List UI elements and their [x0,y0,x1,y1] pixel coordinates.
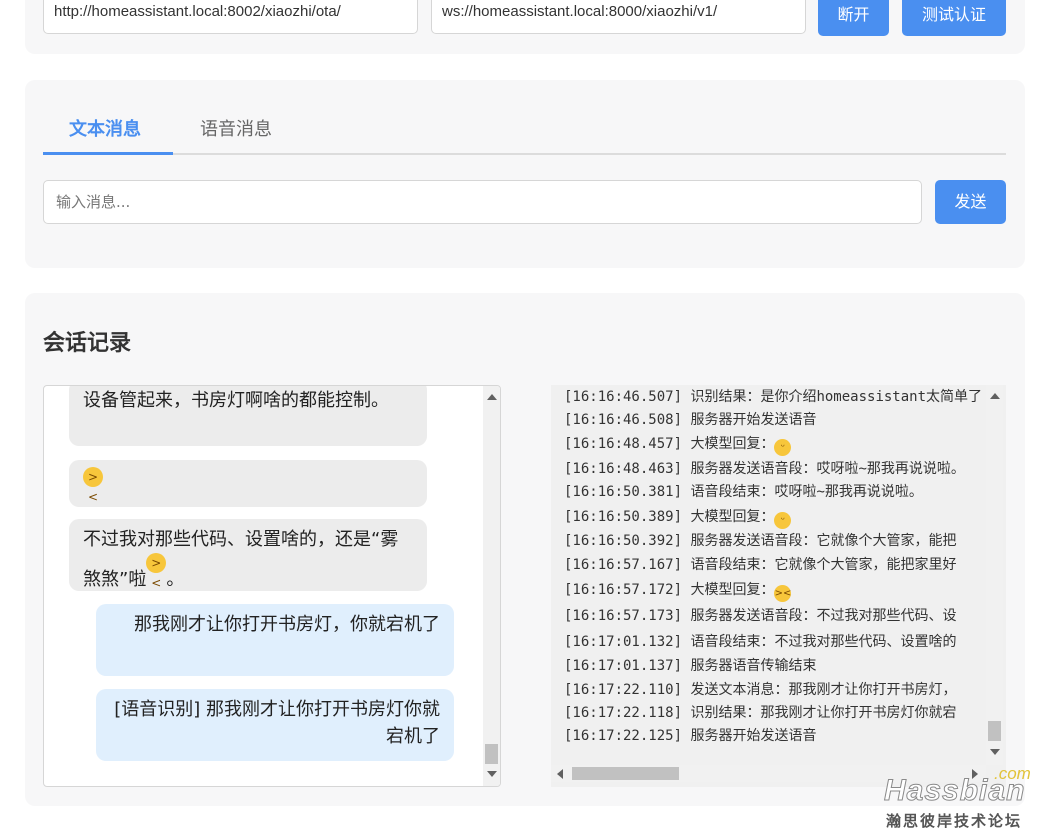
log-line: [16:17:22.118] 识别结果：那我刚才让你打开书房灯你就宕 [564,705,957,721]
log-vertical-scrollbar[interactable] [986,385,1003,765]
scrollbar-thumb[interactable] [485,744,498,764]
log-line: [16:16:50.381] 语音段结束：哎呀啦~那我再说说啦。 [564,484,923,500]
bubble-text: [语音识别] 那我刚才让你打开书房灯你就宕机了 [114,699,440,747]
scroll-down-arrow-icon[interactable] [990,749,1000,755]
send-button[interactable]: 发送 [935,180,1006,224]
scrollbar-thumb[interactable] [988,721,1001,741]
tab-text-message[interactable]: 文本消息 [69,115,141,141]
log-line: [16:17:01.132] 语音段结束：不过我对那些代码、设置啥的 [564,634,957,650]
scroll-up-arrow-icon[interactable] [487,394,497,400]
smile-emoji-icon: ᵕ [774,512,792,529]
log-line: [16:16:50.392] 服务器发送语音段：它就像个大管家，能把 [564,533,957,549]
hassbian-watermark-logo: Hassbian .com 瀚思彼岸技术论坛 [883,764,1044,834]
log-line: [16:16:57.173] 服务器发送语音段：不过我对那些代码、设 [564,608,957,624]
tab-divider [43,153,1006,155]
scroll-down-arrow-icon[interactable] [487,771,497,777]
log-line: [16:17:22.110] 发送文本消息：那我刚才让你打开书房灯， [564,682,957,698]
message-card [25,80,1025,268]
scrollbar-thumb[interactable] [572,767,679,780]
chat-history-panel[interactable]: 设备管起来，书房灯啊啥的都能控制。 >< 不过我对那些代码、设置啥的，还是“雾煞… [43,385,501,787]
log-line: [16:16:57.167] 语音段结束：它就像个大管家，能把家里好 [564,557,957,573]
laughing-emoji-icon: >< [83,467,103,504]
log-line: [16:17:01.137] 服务器语音传输结束 [564,658,817,674]
watermark-tld: .com [994,764,1031,783]
watermark-subtitle: 瀚思彼岸技术论坛 [886,812,1023,830]
scroll-left-arrow-icon[interactable] [557,769,563,779]
bubble-text: 设备管起来，书房灯啊啥的都能控制。 [83,390,389,411]
conversation-title: 会话记录 [43,331,132,356]
laughing-emoji-icon: >< [146,553,167,590]
test-auth-button[interactable]: 测试认证 [902,0,1006,36]
log-line: [16:16:50.389] 大模型回复： ᵕ [564,507,792,529]
chat-bubble-bot: 设备管起来，书房灯啊啥的都能控制。 [69,386,427,446]
disconnect-button[interactable]: 断开 [818,0,889,36]
websocket-url-input[interactable]: ws://homeassistant.local:8000/xiaozhi/v1… [431,0,806,34]
chat-bubble-bot: >< [69,460,427,507]
chat-bubble-user: 那我刚才让你打开书房灯，你就宕机了 [96,604,454,676]
log-line: [16:16:46.508] 服务器开始发送语音 [564,412,817,428]
debug-log-panel[interactable]: [16:16:46.507] 识别结果：是你介绍homeassistant太简单… [551,385,1006,787]
log-line: [16:16:46.507] 识别结果：是你介绍homeassistant太简单… [564,389,983,405]
ota-url-input[interactable]: http://homeassistant.local:8002/xiaozhi/… [43,0,418,34]
tab-voice-message[interactable]: 语音消息 [200,115,272,141]
log-line: [16:16:48.457] 大模型回复： ᵕ [564,434,792,456]
message-input[interactable]: 输入消息... [43,180,922,224]
bubble-text: 那我刚才让你打开书房灯，你就宕机了 [134,614,440,635]
log-line: [16:16:48.463] 服务器发送语音段：哎呀啦~那我再说说啦。 [564,461,965,477]
chat-bubble-user: [语音识别] 那我刚才让你打开书房灯你就宕机了 [96,689,454,761]
laughing-emoji-icon: >< [774,585,792,602]
log-line: [16:16:57.172] 大模型回复：>< [564,580,792,602]
tab-active-indicator [43,152,173,155]
bubble-suffix: 。 [166,569,185,590]
bubble-text: 不过我对那些代码、设置啥的，还是“雾煞煞”啦 [83,529,399,590]
scroll-up-arrow-icon[interactable] [990,393,1000,399]
chat-vertical-scrollbar[interactable] [483,386,500,786]
chat-bubble-bot: 不过我对那些代码、设置啥的，还是“雾煞煞”啦><。 [69,519,427,591]
log-line: [16:17:22.125] 服务器开始发送语音 [564,728,817,744]
smile-emoji-icon: ᵕ [774,439,792,456]
